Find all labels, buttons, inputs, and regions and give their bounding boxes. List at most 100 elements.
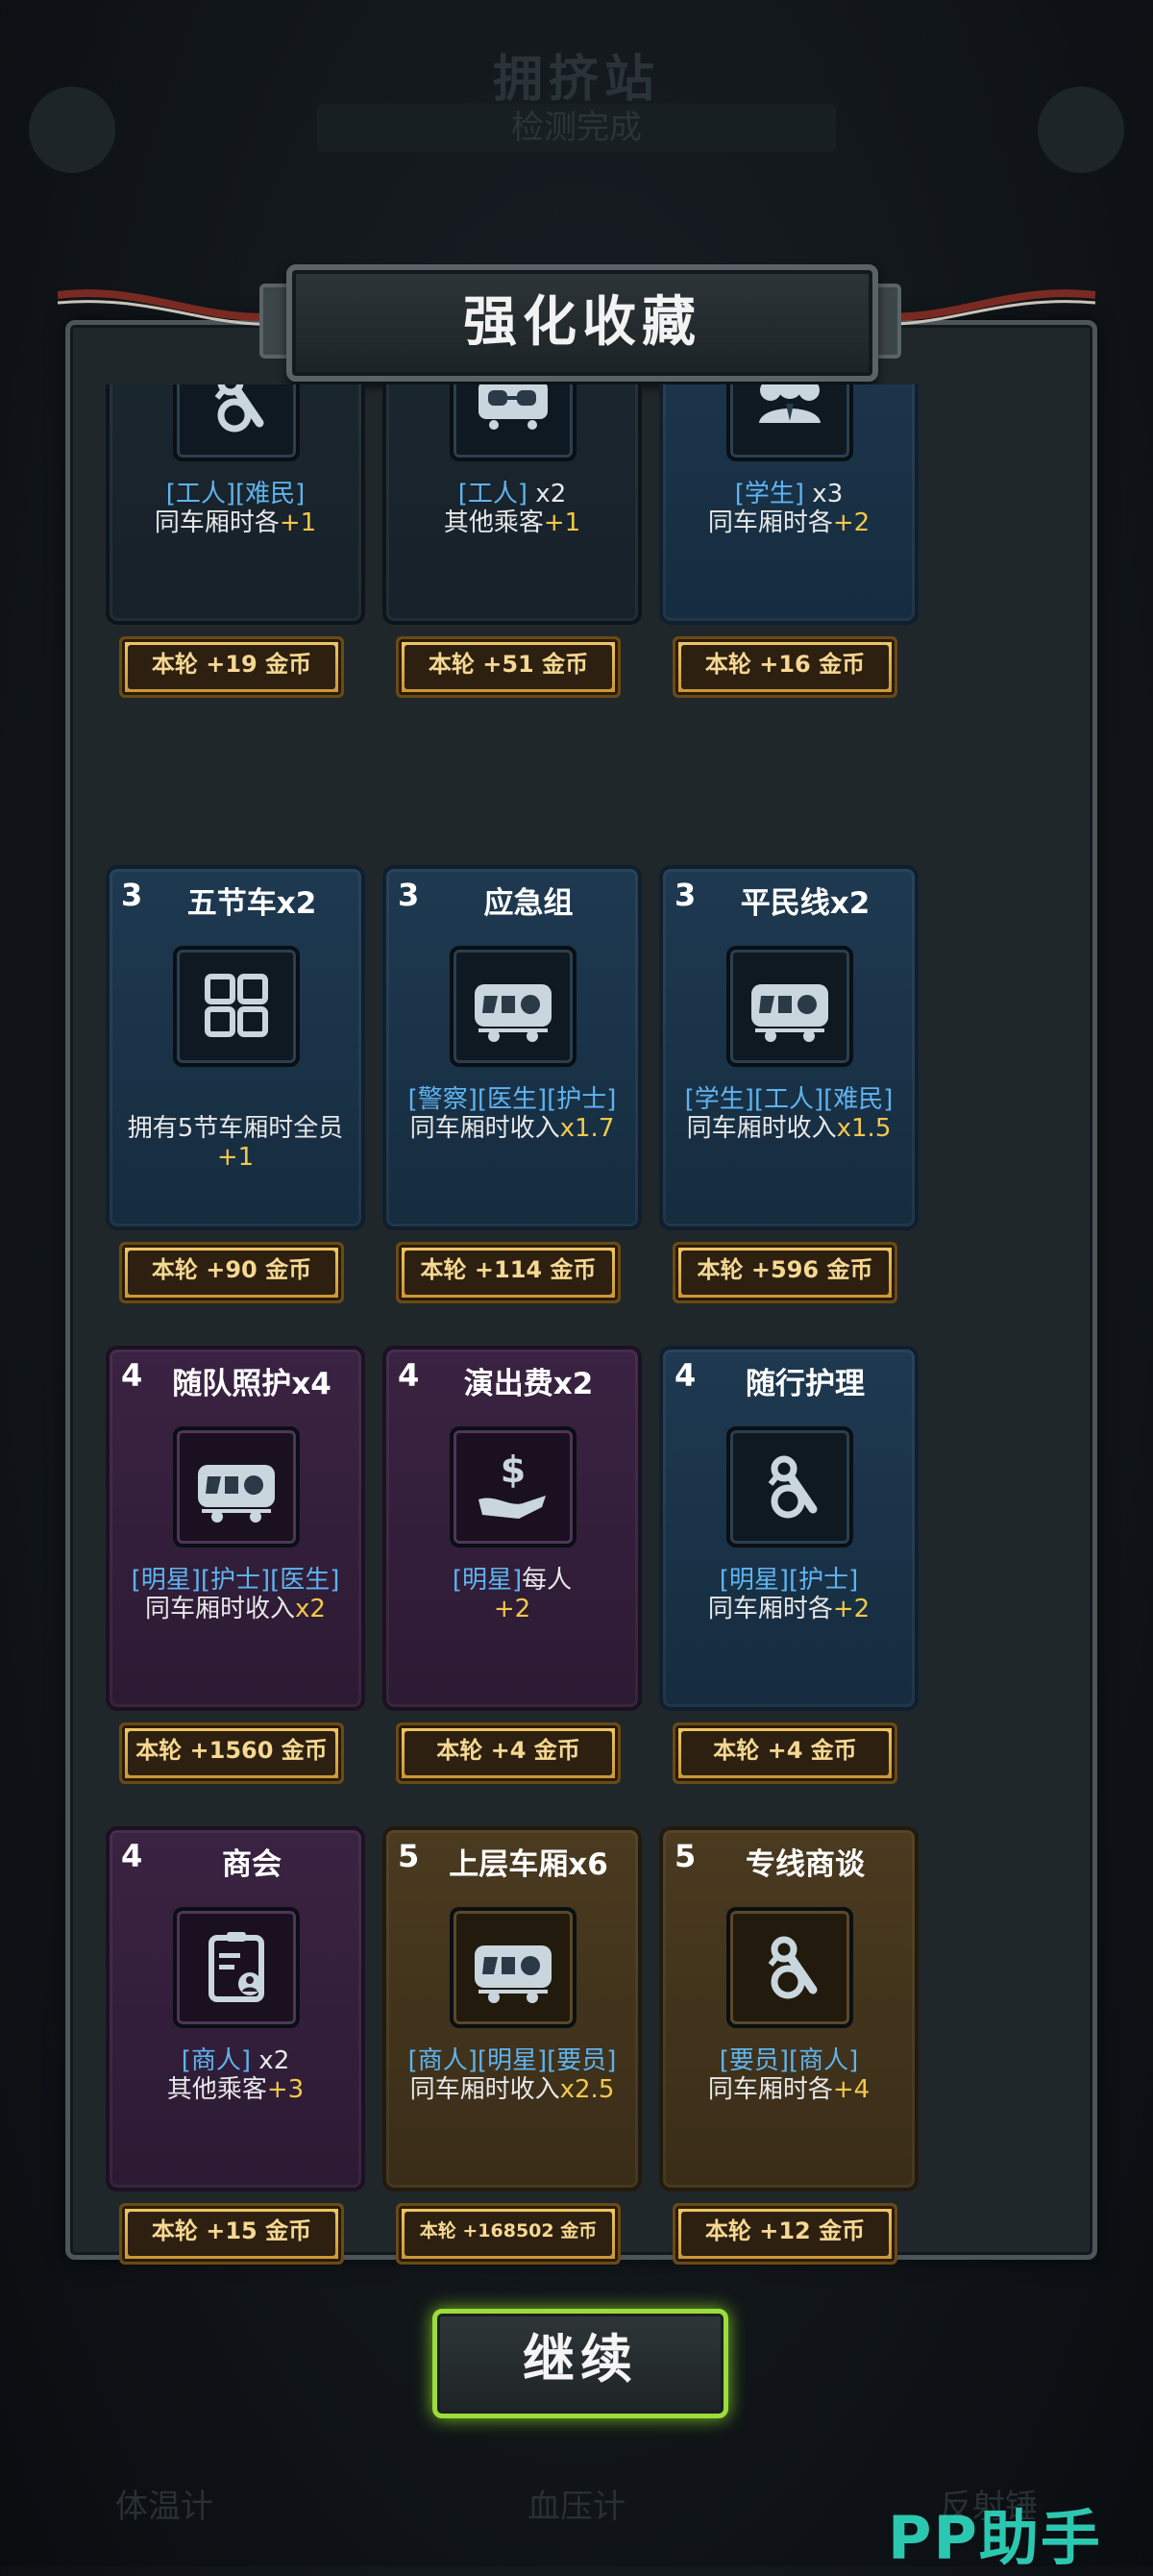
round-reward-badge: 本轮 +12 金币 <box>673 2203 897 2265</box>
round-reward-badge: 本轮 +4 金币 <box>673 1722 897 1784</box>
card-level: 5 <box>675 1838 697 1874</box>
card-description: 拥有5节车厢时全员+1 <box>119 1085 352 1172</box>
card-description: [学生] x3 同车厢时各+2 <box>673 480 905 537</box>
round-reward-text: 本轮 +596 金币 <box>681 1251 889 1295</box>
tab-thermometer: 体温计 <box>115 2488 213 2526</box>
collection-card[interactable]: 3 平民线x2 [学生][工人][难民] 同车厢时收入x1.5 <box>659 865 919 1230</box>
card-effect-text: 同车厢时各 <box>707 1595 833 1623</box>
collection-card[interactable]: 4 演出费x2 $ [明星]每人 +2 <box>382 1346 642 1711</box>
card-description: [明星]每人 +2 <box>396 1566 628 1623</box>
collection-card[interactable]: 4 随行护理 [明星][护士] 同车厢时各+2 <box>659 1346 919 1711</box>
gear-icon <box>1038 87 1124 173</box>
card-description: [商人][明星][要员] 同车厢时收入x2.5 <box>396 2046 628 2104</box>
card-effect-text: 其他乘客 <box>443 508 544 537</box>
card-tags: [要员][商人] <box>719 2046 859 2075</box>
card-level: 3 <box>121 877 143 913</box>
card-name: 平民线x2 <box>740 886 871 921</box>
card-description: [学生][工人][难民] 同车厢时收入x1.5 <box>673 1085 905 1143</box>
card-name: 应急组 <box>483 886 574 921</box>
collection-card[interactable]: 5 上层车厢x6 [商人][明星][要员] 同车厢时收入x2.5 <box>382 1826 642 2192</box>
card-level: 5 <box>398 1838 420 1874</box>
card-effect-text: 同车厢时收入 <box>686 1114 837 1143</box>
card-effect-value: x1.7 <box>559 1114 615 1143</box>
card-tags: [警察][医生][护士] <box>407 1085 617 1114</box>
round-reward-text: 本轮 +114 金币 <box>405 1251 612 1295</box>
card-name: 五节车x2 <box>186 886 317 921</box>
card-inline-text: x2 <box>251 2046 290 2075</box>
collection-card[interactable]: 5 专线商谈 [要员][商人] 同车厢时各+4 <box>659 1826 919 2192</box>
card-name: 随队照护x4 <box>172 1367 331 1401</box>
card-description: [明星][护士] 同车厢时各+2 <box>673 1566 905 1623</box>
round-reward-badge: 本轮 +168502 金币 <box>396 2203 621 2265</box>
round-reward-text: 本轮 +4 金币 <box>405 1731 612 1775</box>
round-reward-badge: 本轮 +90 金币 <box>119 1242 344 1303</box>
card-tags: [商人] <box>181 2046 252 2075</box>
collection-card[interactable]: 4 随队照护x4 [明星][护士][医生] 同车厢时收入x2 <box>106 1346 365 1711</box>
add-user-icon <box>29 87 115 173</box>
svg-text:$: $ <box>501 1449 526 1491</box>
round-reward-badge: 本轮 +19 金币 <box>119 636 344 698</box>
card-name: 商会 <box>222 1847 282 1882</box>
card-effect-value: +2 <box>493 1595 531 1623</box>
card-icon-box <box>450 946 576 1067</box>
card-description: [工人][难民] 同车厢时各+1 <box>119 480 352 537</box>
card-tags: [明星] <box>452 1566 523 1595</box>
card-effect-value: x2 <box>295 1595 326 1623</box>
round-reward-text: 本轮 +90 金币 <box>128 1251 335 1295</box>
round-reward-text: 本轮 +51 金币 <box>405 645 612 689</box>
card-tags: [明星][护士][医生] <box>131 1566 340 1595</box>
panel-title-plate: 强化收藏 <box>286 264 878 382</box>
card-inline-text: x2 <box>527 480 567 508</box>
card-tags: [工人] <box>457 480 528 508</box>
card-effect-text: 其他乘客 <box>166 2075 267 2104</box>
card-name: 随行护理 <box>746 1367 865 1401</box>
card-description: [要员][商人] 同车厢时各+4 <box>673 2046 905 2104</box>
card-level: 3 <box>675 877 697 913</box>
card-effect-text: 同车厢时收入 <box>145 1595 296 1623</box>
card-effect-text: 同车厢时各 <box>707 2075 833 2104</box>
card-effect-value: +1 <box>216 1143 255 1172</box>
round-reward-badge: 本轮 +16 金币 <box>673 636 897 698</box>
card-name: 上层车厢x6 <box>449 1847 608 1882</box>
round-reward-badge: 本轮 +114 金币 <box>396 1242 621 1303</box>
card-description: [警察][医生][护士] 同车厢时收入x1.7 <box>396 1085 628 1143</box>
tab-blood-pressure: 血压计 <box>527 2488 626 2526</box>
background-subtitle: 检测完成 <box>317 104 836 152</box>
card-effect-text: 同车厢时收入 <box>409 2075 560 2104</box>
card-name: 演出费x2 <box>463 1367 594 1401</box>
card-icon-box <box>173 946 300 1067</box>
card-tags: [明星][护士] <box>719 1566 859 1595</box>
card-level: 4 <box>121 1838 143 1874</box>
card-icon-box <box>173 1426 300 1548</box>
round-reward-text: 本轮 +16 金币 <box>681 645 889 689</box>
card-effect-value: x2.5 <box>559 2075 615 2104</box>
round-reward-text: 本轮 +4 金币 <box>681 1731 889 1775</box>
card-effect-value: +2 <box>832 1595 871 1623</box>
panel-title: 强化收藏 <box>463 291 701 354</box>
round-reward-text: 本轮 +168502 金币 <box>405 2212 612 2256</box>
collection-card[interactable]: 3 五节车x2 拥有5节车厢时全员+1 <box>106 865 365 1230</box>
watermark: PP助手 <box>888 2503 1102 2573</box>
background-title: 拥挤站 <box>492 51 660 109</box>
continue-button[interactable]: 继续 <box>432 2309 728 2418</box>
card-icon-box <box>173 1907 300 2028</box>
card-level: 3 <box>398 877 420 913</box>
card-tags: [商人][明星][要员] <box>407 2046 617 2075</box>
card-inline-text: 每人 <box>522 1566 573 1595</box>
card-icon-box: $ <box>450 1426 576 1548</box>
round-reward-text: 本轮 +1560 金币 <box>128 1731 335 1775</box>
card-effect-value: +1 <box>279 508 317 537</box>
collection-card[interactable]: 4 商会 [商人] x2 其他乘客+3 <box>106 1826 365 2192</box>
collection-card[interactable]: 3 应急组 [警察][医生][护士] 同车厢时收入x1.7 <box>382 865 642 1230</box>
card-tags: [学生][工人][难民] <box>684 1085 894 1114</box>
card-icon-box <box>450 1907 576 2028</box>
round-reward-badge: 本轮 +596 金币 <box>673 1242 897 1303</box>
card-name: 专线商谈 <box>746 1847 865 1882</box>
card-description: [工人] x2 其他乘客+1 <box>396 480 628 537</box>
card-effect-value: +4 <box>832 2075 871 2104</box>
round-reward-badge: 本轮 +1560 金币 <box>119 1722 344 1784</box>
round-reward-text: 本轮 +19 金币 <box>128 645 335 689</box>
round-reward-badge: 本轮 +51 金币 <box>396 636 621 698</box>
card-description: [商人] x2 其他乘客+3 <box>119 2046 352 2104</box>
card-effect-text: 同车厢时各 <box>707 508 833 537</box>
